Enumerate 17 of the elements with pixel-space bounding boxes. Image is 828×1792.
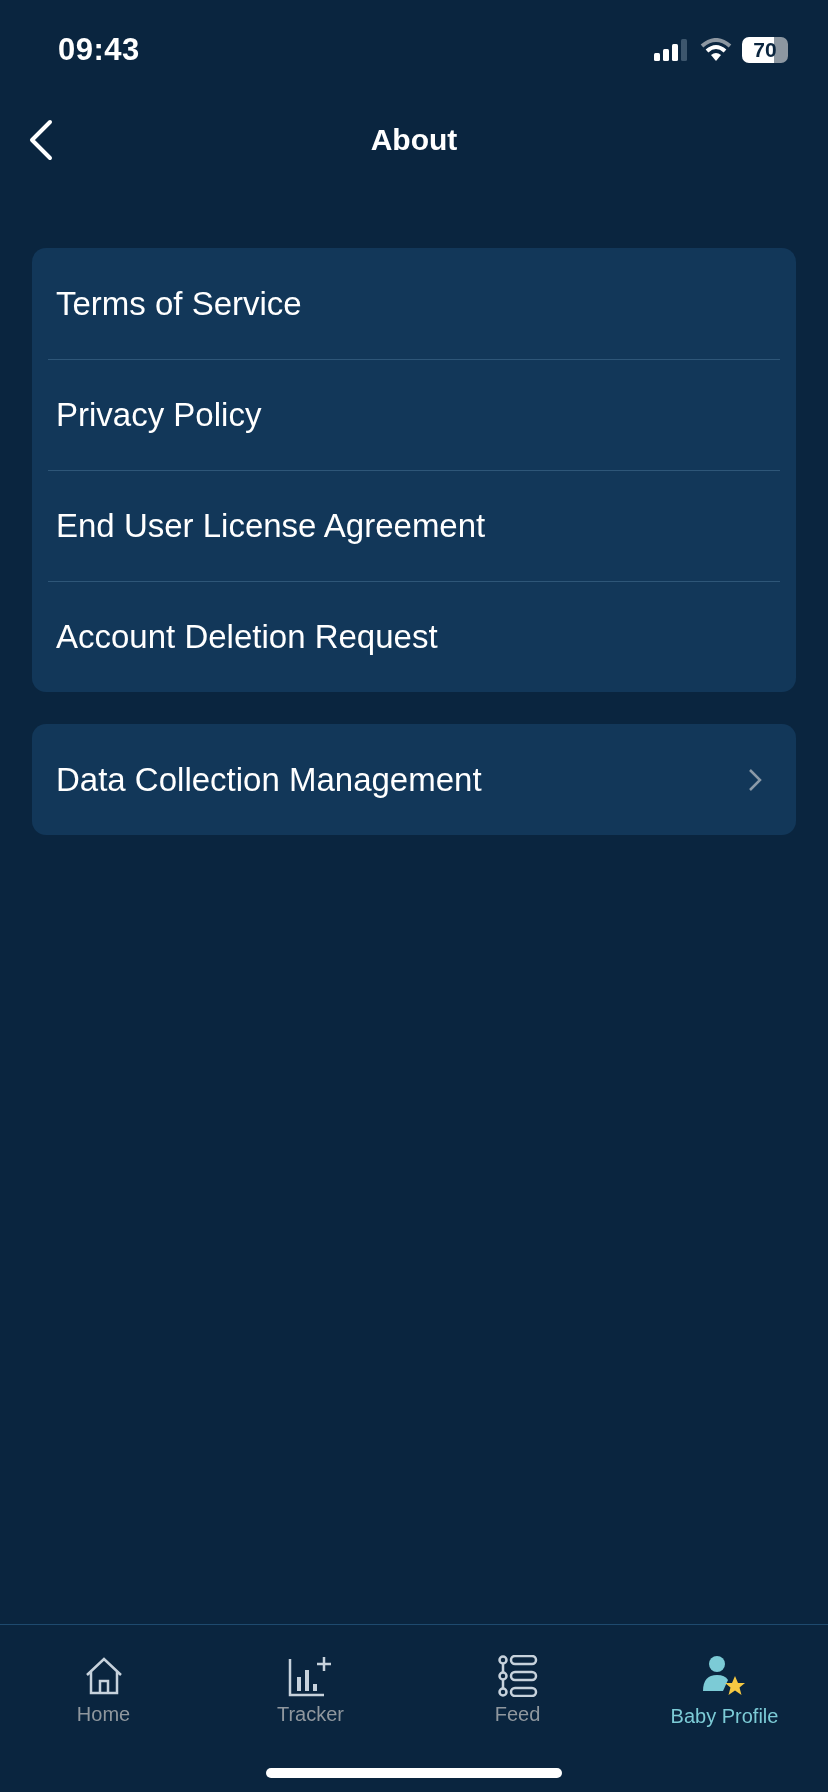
list-icon (497, 1655, 538, 1697)
tab-bar-item[interactable]: Home (0, 1655, 207, 1728)
tab-bar-item[interactable]: Feed (414, 1655, 621, 1728)
tab-bar-item[interactable]: Tracker (207, 1655, 414, 1728)
settings-row[interactable]: Terms of Service (48, 248, 780, 359)
tab-bar-item[interactable]: Baby Profile (621, 1655, 828, 1728)
settings-row[interactable]: Account Deletion Request (48, 581, 780, 692)
settings-row[interactable]: Data Collection Management (48, 724, 780, 835)
chevron-icon (748, 767, 762, 792)
battery-icon: 70 (742, 37, 788, 63)
bar-chart-plus-icon (287, 1655, 334, 1697)
wifi-icon (700, 38, 732, 62)
settings-row[interactable]: End User License Agreement (48, 470, 780, 581)
page-title: About (370, 123, 458, 157)
signal-icon (654, 39, 690, 61)
status-time: 09:43 (58, 32, 140, 68)
settings-row[interactable]: Privacy Policy (48, 359, 780, 470)
